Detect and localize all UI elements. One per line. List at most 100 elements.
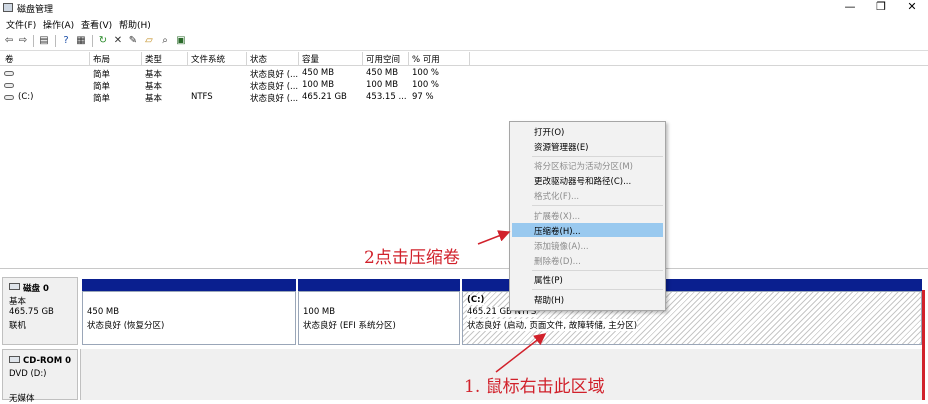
properties-icon[interactable]: ▦ (75, 35, 87, 47)
disk-type: DVD (D:) (9, 369, 47, 379)
column-header: 卷 布局 类型 文件系统 状态 容量 可用空间 % 可用 (0, 52, 928, 66)
disk-name: 磁盘 0 (23, 284, 49, 294)
column-capacity[interactable]: 容量 (302, 53, 319, 65)
menu-explorer[interactable]: 资源管理器(E) (512, 139, 663, 153)
partition-status: 状态良好 (恢复分区) (87, 321, 165, 331)
volume-percent-free: 100 % (412, 68, 440, 78)
volume-status: 状态良好 (... (250, 70, 299, 80)
volume-row[interactable]: 简单 基本 状态良好 (... 100 MB 100 MB 100 % (0, 80, 470, 92)
menu-file[interactable]: 文件(F) (6, 18, 36, 31)
column-percent-free[interactable]: % 可用 (412, 53, 440, 65)
volume-name: (C:) (18, 92, 34, 102)
menu-format[interactable]: 格式化(F)... (512, 188, 663, 202)
list-view-icon[interactable]: ▤ (38, 35, 50, 47)
help-icon[interactable]: ? (60, 35, 72, 47)
column-layout[interactable]: 布局 (93, 53, 110, 65)
menu-label: 格式化(F)... (534, 192, 580, 202)
column-filesystem[interactable]: 文件系统 (191, 53, 225, 65)
menu-label: 添加镜像(A)... (534, 242, 589, 252)
menu-label: 将分区标记为活动分区(M) (534, 162, 633, 172)
menu-help[interactable]: 帮助(H) (119, 18, 151, 31)
menu-change-drive-letter[interactable]: 更改驱动器号和路径(C)... (512, 173, 663, 187)
forward-icon[interactable]: ⇨ (17, 35, 29, 47)
menu-label: 扩展卷(X)... (534, 212, 581, 222)
cdrom-icon (9, 356, 20, 363)
volume-layout: 简单 (93, 70, 111, 80)
volume-layout: 简单 (93, 82, 111, 92)
disk-type: 基本 (9, 297, 27, 307)
volume-icon (4, 83, 14, 88)
partition-bar (298, 279, 460, 291)
volume-row[interactable]: (C:) 简单 基本 NTFS 状态良好 (... 465.21 GB 453.… (0, 92, 470, 104)
menu-mark-active[interactable]: 将分区标记为活动分区(M) (512, 158, 663, 172)
refresh-icon[interactable]: ↻ (97, 35, 109, 47)
partition-title: (C:) (467, 295, 485, 305)
partition-size: 450 MB (87, 307, 120, 317)
volume-free-space: 450 MB (366, 68, 399, 78)
partition-status: 状态良好 (启动, 页面文件, 故障转储, 主分区) (467, 319, 638, 331)
volume-percent-free: 97 % (412, 92, 434, 102)
volume-status: 状态良好 (... (250, 82, 299, 92)
column-status[interactable]: 状态 (250, 53, 267, 65)
restore-button[interactable]: ❐ (866, 0, 896, 16)
toolbar: ⇦ ⇨ ▤ ? ▦ ↻ ✕ ✎ ▱ ⌕ ▣ (0, 32, 928, 51)
menu-label: 更改驱动器号和路径(C)... (534, 177, 632, 187)
delete-icon[interactable]: ✕ (112, 35, 124, 47)
menu-label: 资源管理器(E) (534, 143, 589, 153)
volume-layout: 简单 (93, 94, 111, 104)
minimize-button[interactable]: — (835, 0, 865, 16)
menu-open[interactable]: 打开(O) (512, 124, 663, 138)
partition-size: 100 MB (303, 307, 336, 317)
volume-capacity: 465.21 GB (302, 92, 347, 102)
volume-list: 卷 布局 类型 文件系统 状态 容量 可用空间 % 可用 简单 基本 状态良好 … (0, 52, 928, 269)
column-type[interactable]: 类型 (145, 53, 162, 65)
search-icon[interactable]: ⌕ (159, 35, 171, 47)
title-bar: 磁盘管理 — ❐ ✕ (0, 0, 928, 16)
menu-bar: 文件(F) 操作(A) 查看(V) 帮助(H) (0, 16, 928, 32)
volume-status: 状态良好 (... (250, 94, 299, 104)
menu-delete-volume[interactable]: 删除卷(D)... (512, 253, 663, 267)
window-title: 磁盘管理 (17, 5, 54, 15)
volume-percent-free: 100 % (412, 80, 440, 90)
menu-properties[interactable]: 属性(P) (512, 272, 663, 286)
disk-status: 联机 (9, 321, 27, 331)
volume-free-space: 453.15 ... (366, 92, 407, 102)
partition-status: 状态良好 (EFI 系统分区) (303, 321, 396, 331)
volume-icon (4, 95, 14, 100)
column-volume[interactable]: 卷 (5, 53, 14, 65)
menu-label: 压缩卷(H)... (534, 227, 581, 237)
menu-help[interactable]: 帮助(H) (512, 292, 663, 306)
cdrom-0-label[interactable]: CD-ROM 0 DVD (D:) 无媒体 (2, 349, 78, 404)
menu-label: 帮助(H) (534, 296, 565, 306)
partition-efi[interactable]: 100 MB 状态良好 (EFI 系统分区) (298, 291, 460, 345)
volume-free-space: 100 MB (366, 80, 399, 90)
menu-extend-volume[interactable]: 扩展卷(X)... (512, 208, 663, 222)
menu-action[interactable]: 操作(A) (43, 18, 74, 31)
open-icon[interactable]: ▱ (143, 35, 155, 47)
menu-view[interactable]: 查看(V) (81, 18, 112, 31)
menu-label: 删除卷(D)... (534, 257, 581, 267)
partition-recovery[interactable]: 450 MB 状态良好 (恢复分区) (82, 291, 296, 345)
menu-label: 属性(P) (534, 276, 563, 286)
volume-filesystem: NTFS (191, 92, 213, 102)
disk-management-icon (3, 3, 13, 12)
disk-icon[interactable]: ▣ (175, 35, 187, 47)
disk-0-label[interactable]: 磁盘 0 基本 465.75 GB 联机 (2, 277, 78, 345)
volume-capacity: 450 MB (302, 68, 335, 78)
back-icon[interactable]: ⇦ (3, 35, 15, 47)
partition-bar (82, 279, 296, 291)
annotation-step-2: 2点击压缩卷 (364, 248, 460, 268)
menu-add-mirror[interactable]: 添加镜像(A)... (512, 238, 663, 252)
column-free-space[interactable]: 可用空间 (366, 53, 400, 65)
disk-status: 无媒体 (9, 394, 35, 404)
volume-icon (4, 71, 14, 76)
volume-type: 基本 (145, 70, 163, 80)
volume-capacity: 100 MB (302, 80, 335, 90)
disk-size: 465.75 GB (9, 307, 54, 317)
close-button[interactable]: ✕ (897, 0, 927, 16)
volume-type: 基本 (145, 82, 163, 92)
settings-icon[interactable]: ✎ (127, 35, 139, 47)
volume-row[interactable]: 简单 基本 状态良好 (... 450 MB 450 MB 100 % (0, 68, 470, 80)
hard-disk-icon (9, 283, 20, 290)
menu-shrink-volume[interactable]: 压缩卷(H)... (512, 223, 663, 237)
